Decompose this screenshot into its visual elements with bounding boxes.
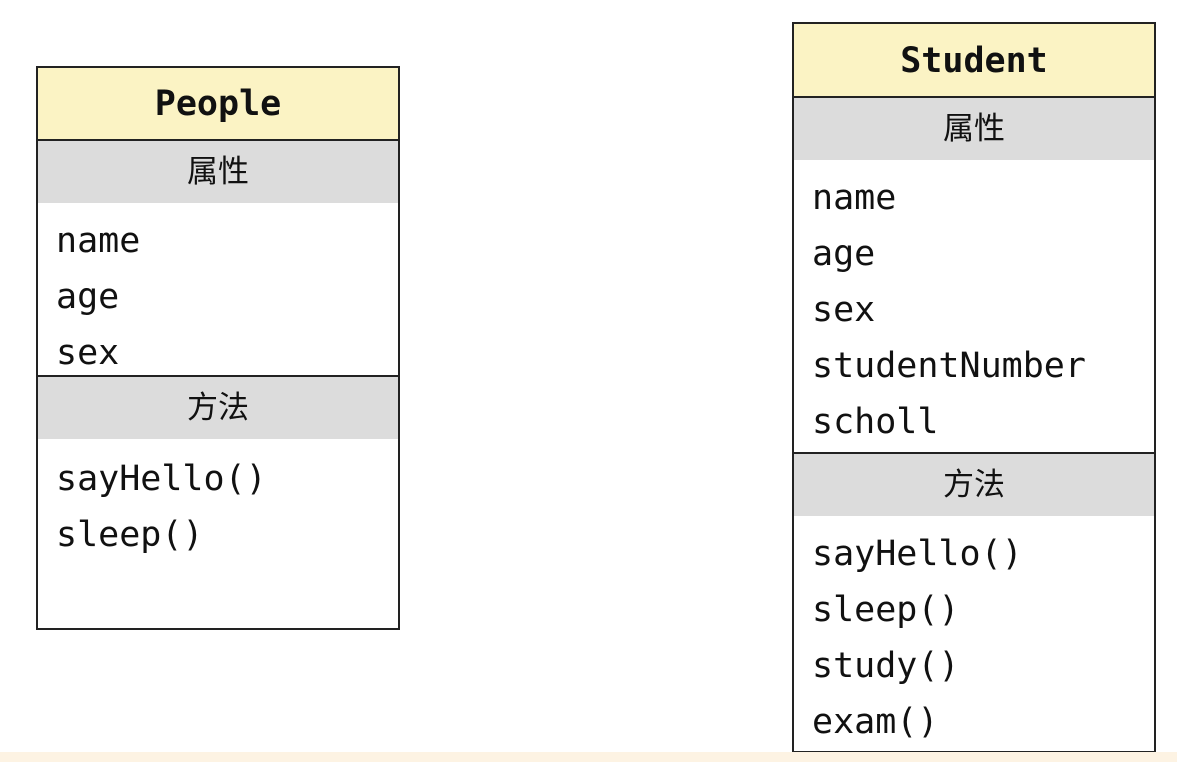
attribute-list: name age sex bbox=[38, 203, 398, 375]
method-list: sayHello() sleep() bbox=[38, 439, 398, 563]
attribute-item: age bbox=[812, 234, 876, 274]
method-item: sayHello() bbox=[56, 459, 267, 499]
attributes-header: 属性 bbox=[794, 98, 1154, 160]
attribute-item: age bbox=[56, 277, 120, 317]
bottom-strip bbox=[0, 752, 1177, 762]
attribute-list: name age sex studentNumber scholl bbox=[794, 160, 1154, 452]
student-class-box: Student 属性 name age sex studentNumber sc… bbox=[792, 22, 1156, 753]
attribute-item: name bbox=[812, 178, 897, 218]
attribute-item: name bbox=[56, 221, 141, 261]
method-item: sleep() bbox=[812, 590, 960, 630]
method-list: sayHello() sleep() study() exam() bbox=[794, 516, 1154, 750]
method-item: study() bbox=[812, 646, 960, 686]
class-name: People bbox=[38, 68, 398, 141]
attributes-header: 属性 bbox=[38, 141, 398, 203]
attribute-item: sex bbox=[812, 290, 876, 330]
methods-header: 方法 bbox=[38, 375, 398, 439]
attribute-item: studentNumber bbox=[812, 346, 1086, 386]
class-name: Student bbox=[794, 24, 1154, 98]
methods-header: 方法 bbox=[794, 452, 1154, 516]
method-item: sayHello() bbox=[812, 534, 1023, 574]
method-item: exam() bbox=[812, 702, 939, 742]
attribute-item: sex bbox=[56, 333, 120, 373]
method-item: sleep() bbox=[56, 515, 204, 555]
people-class-box: People 属性 name age sex 方法 sayHello() sle… bbox=[36, 66, 400, 630]
attribute-item: scholl bbox=[812, 402, 939, 442]
